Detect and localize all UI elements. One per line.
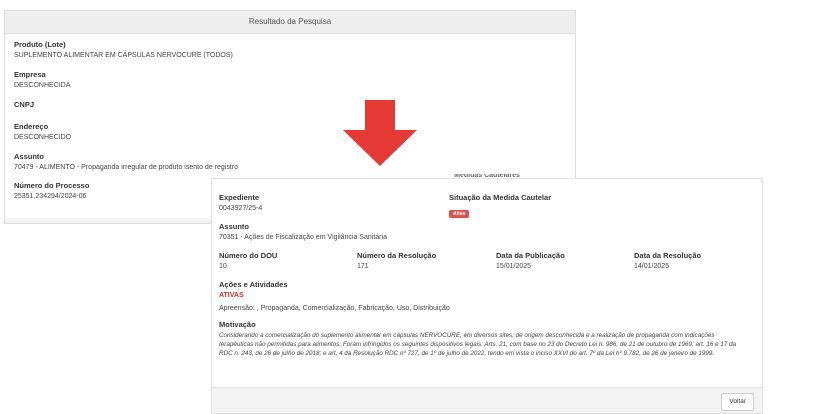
- resolucao-value: 171: [357, 263, 369, 270]
- assunto-field: Assunto 70351 - Ações de Fiscalização em…: [219, 222, 387, 241]
- expediente-label: Expediente: [219, 193, 260, 202]
- field-value: DESCONHECIDO: [14, 134, 72, 141]
- data-resolucao-field: Data da Resolução 14/01/2025: [634, 251, 701, 270]
- acoes-value: Apreensão: , Propaganda, Comercialização…: [219, 305, 450, 312]
- field-cnpj: CNPJ: [14, 100, 34, 112]
- resolucao-field: Número da Resolução 171: [357, 251, 436, 270]
- field-label: Número do Processo: [14, 181, 90, 190]
- assunto-value: 70351 - Ações de Fiscalização em Vigilân…: [219, 234, 387, 241]
- motivacao-value: Considerando a comercialização do suplem…: [219, 332, 737, 357]
- dou-label: Número do DOU: [219, 251, 278, 260]
- publicacao-value: 15/01/2025: [496, 263, 532, 270]
- field-empresa: Empresa DESCONHECIDA: [14, 70, 70, 89]
- motivacao-label: Motivação: [219, 320, 256, 329]
- field-value: DESCONHECIDA: [14, 82, 71, 89]
- situacao-label: Situação da Medida Cautelar: [449, 193, 552, 202]
- field-produto: Produto (Lote) SUPLEMENTO ALIMENTAR EM C…: [14, 40, 233, 59]
- assunto-label: Assunto: [219, 222, 249, 231]
- field-value: SUPLEMENTO ALIMENTAR EM CÁPSULAS NERVOCU…: [14, 52, 233, 59]
- field-label: CNPJ: [14, 100, 35, 109]
- data-resolucao-value: 14/01/2025: [634, 263, 670, 270]
- panel-footer: Voltar: [212, 387, 762, 413]
- field-label: Produto (Lote): [14, 40, 66, 49]
- field-label: Empresa: [14, 70, 46, 79]
- resolucao-label: Número da Resolução: [357, 251, 437, 260]
- field-endereco: Endereço DESCONHECIDO: [14, 122, 71, 141]
- acoes-field: Ações e Atividades ATIVAS Apreensão: , P…: [219, 280, 450, 312]
- publicacao-field: Data da Publicação 15/01/2025: [496, 251, 565, 270]
- dou-value: 10: [219, 263, 227, 270]
- field-value: 25351.234294/2024-06: [14, 193, 87, 200]
- field-processo: Número do Processo 25351.234294/2024-06: [14, 181, 89, 200]
- panel-header: Resultado da Pesquisa: [5, 11, 575, 34]
- dou-field: Número do DOU 10: [219, 251, 277, 270]
- publicacao-label: Data da Publicação: [496, 251, 565, 260]
- expediente-value: 0043927/25-4: [219, 205, 263, 212]
- status-badge: Ativa: [449, 210, 470, 218]
- voltar-button[interactable]: Voltar: [721, 393, 754, 411]
- field-assunto: Assunto 70479 - ALIMENTO - Propaganda ir…: [14, 152, 238, 171]
- situacao-field: Situação da Medida Cautelar Ativa: [449, 193, 551, 220]
- acoes-status: ATIVAS: [219, 292, 244, 299]
- expediente-field: Expediente 0043927/25-4: [219, 193, 262, 212]
- arrow-down-icon: [343, 100, 417, 166]
- panel-title: Medidas Cautelares: [454, 174, 520, 179]
- field-value: 70479 - ALIMENTO - Propaganda irregular …: [14, 164, 238, 171]
- data-resolucao-label: Data da Resolução: [634, 251, 702, 260]
- acoes-label: Ações e Atividades: [219, 280, 288, 289]
- field-label: Endereço: [14, 122, 49, 131]
- measures-panel: Medidas Cautelares Expediente 0043927/25…: [211, 174, 763, 414]
- field-label: Assunto: [14, 152, 44, 161]
